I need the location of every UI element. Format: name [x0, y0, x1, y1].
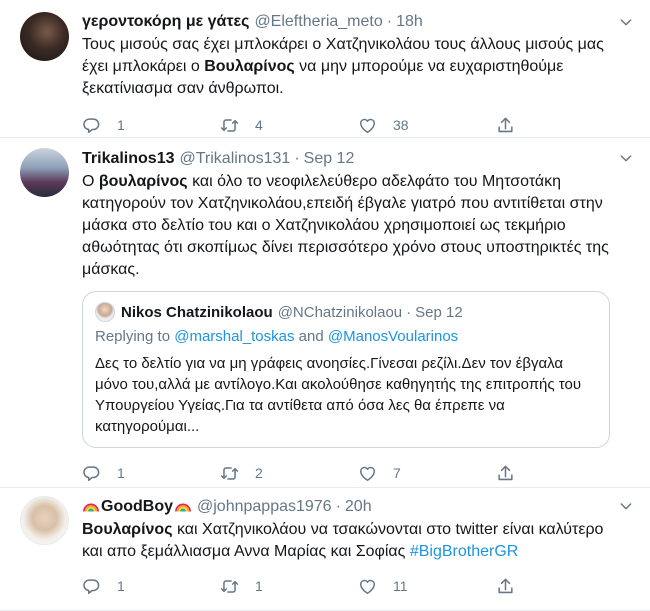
retweet-count: 1 — [255, 578, 263, 594]
like-count: 11 — [393, 578, 408, 594]
rainbow-icon — [82, 498, 100, 516]
chevron-down-icon[interactable] — [618, 150, 634, 166]
display-name[interactable]: Trikalinos13 — [82, 149, 175, 169]
quoted-display-name: Nikos Chatzinikolaou — [121, 303, 273, 321]
tweet[interactable]: Trikalinos13 @Trikalinos131 · Sep 12 Ο β… — [0, 138, 650, 488]
user-handle[interactable]: @johnpappas1976 — [197, 497, 332, 517]
reply-button[interactable]: 1 — [82, 116, 220, 135]
chevron-down-icon[interactable] — [618, 14, 634, 30]
replying-and: and — [294, 328, 328, 345]
like-count: 38 — [393, 117, 409, 133]
retweet-button[interactable]: 2 — [220, 464, 358, 483]
separator: · — [406, 303, 412, 321]
retweet-icon — [220, 464, 239, 483]
user-handle[interactable]: @Eleftheria_meto — [254, 12, 382, 32]
share-button[interactable] — [496, 464, 634, 483]
rainbow-icon — [174, 498, 192, 516]
separator: · — [386, 13, 393, 30]
quoted-tweet-text: Δες το δελτίο για να μη γράφεις ανοησίες… — [95, 355, 582, 435]
display-name[interactable]: GoodBoy — [101, 497, 173, 517]
retweet-button[interactable]: 4 — [220, 116, 358, 135]
like-button[interactable]: 38 — [358, 116, 496, 135]
timestamp[interactable]: 20h — [345, 497, 372, 517]
retweet-count: 4 — [255, 117, 263, 133]
replying-to: Replying to @marshal_toskas and @ManosVo… — [95, 328, 597, 345]
like-button[interactable]: 11 — [358, 577, 496, 596]
reply-button[interactable]: 1 — [82, 577, 220, 596]
avatar[interactable] — [20, 12, 69, 61]
separator: · — [335, 498, 341, 515]
quoted-tweet-header: Nikos Chatzinikolaou @NChatzinikolaou · … — [95, 302, 597, 322]
tweet-text: Τους μισούς σας έχει μπλοκάρει ο Χατζηνι… — [82, 34, 622, 100]
quoted-avatar — [95, 302, 115, 322]
retweet-icon — [220, 577, 239, 596]
share-icon — [496, 116, 515, 135]
mention-bold: βουλαρίνος — [98, 173, 188, 190]
reply-button[interactable]: 1 — [82, 464, 220, 483]
like-icon — [358, 464, 377, 483]
like-icon — [358, 116, 377, 135]
hashtag-link[interactable]: #BigBrotherGR — [410, 543, 519, 560]
separator: · — [294, 150, 300, 167]
avatar[interactable] — [20, 496, 69, 545]
tweet[interactable]: γεροντοκόρη με γάτες @Eleftheria_meto · … — [0, 0, 650, 138]
mention-bold: Βουλαρίνος — [204, 58, 295, 75]
tweet-header: γεροντοκόρη με γάτες @Eleftheria_meto · … — [82, 0, 634, 32]
reply-icon — [82, 464, 101, 483]
replying-user-link[interactable]: @ManosVoularinos — [328, 328, 458, 345]
text-part: Ο — [82, 173, 99, 190]
quoted-timestamp: Sep 12 — [415, 303, 463, 321]
reply-count: 1 — [117, 578, 125, 594]
chevron-down-icon[interactable] — [618, 498, 634, 514]
timestamp[interactable]: 18h — [396, 12, 423, 32]
mention-bold: Βουλαρίνος — [82, 521, 173, 538]
share-icon — [496, 577, 515, 596]
tweet[interactable]: GoodBoy @johnpappas1976 · 20h Βουλαρίνος… — [0, 488, 650, 611]
tweet-header: Trikalinos13 @Trikalinos131 · Sep 12 — [82, 138, 634, 169]
share-icon — [496, 464, 515, 483]
replying-prefix: Replying to — [95, 328, 175, 345]
tweet-text: Βουλαρίνος και Χατζηνικολάου να τσακώνον… — [82, 519, 622, 563]
tweet-actions: 1 4 38 — [82, 114, 634, 136]
like-count: 7 — [393, 465, 401, 481]
share-button[interactable] — [496, 116, 634, 135]
quoted-tweet[interactable]: Nikos Chatzinikolaou @NChatzinikolaou · … — [82, 291, 610, 448]
retweet-count: 2 — [255, 465, 263, 481]
reply-count: 1 — [117, 117, 125, 133]
like-icon — [358, 577, 377, 596]
timestamp[interactable]: Sep 12 — [304, 149, 355, 169]
user-handle[interactable]: @Trikalinos131 — [180, 149, 291, 169]
retweet-icon — [220, 116, 239, 135]
tweet-header: GoodBoy @johnpappas1976 · 20h — [82, 488, 634, 517]
reply-count: 1 — [117, 465, 125, 481]
like-button[interactable]: 7 — [358, 464, 496, 483]
tweet-actions: 1 1 11 — [82, 575, 634, 597]
retweet-button[interactable]: 1 — [220, 577, 358, 596]
avatar[interactable] — [20, 148, 69, 197]
replying-user-link[interactable]: @marshal_toskas — [174, 328, 294, 345]
reply-icon — [82, 577, 101, 596]
display-name[interactable]: γεροντοκόρη με γάτες — [82, 12, 249, 32]
reply-icon — [82, 116, 101, 135]
tweet-text: Ο βουλαρίνος και όλο το νεοφιλελεύθερο α… — [82, 171, 622, 281]
quoted-user-handle: @NChatzinikolaou — [277, 303, 403, 321]
tweet-actions: 1 2 7 — [82, 462, 634, 484]
share-button[interactable] — [496, 577, 634, 596]
